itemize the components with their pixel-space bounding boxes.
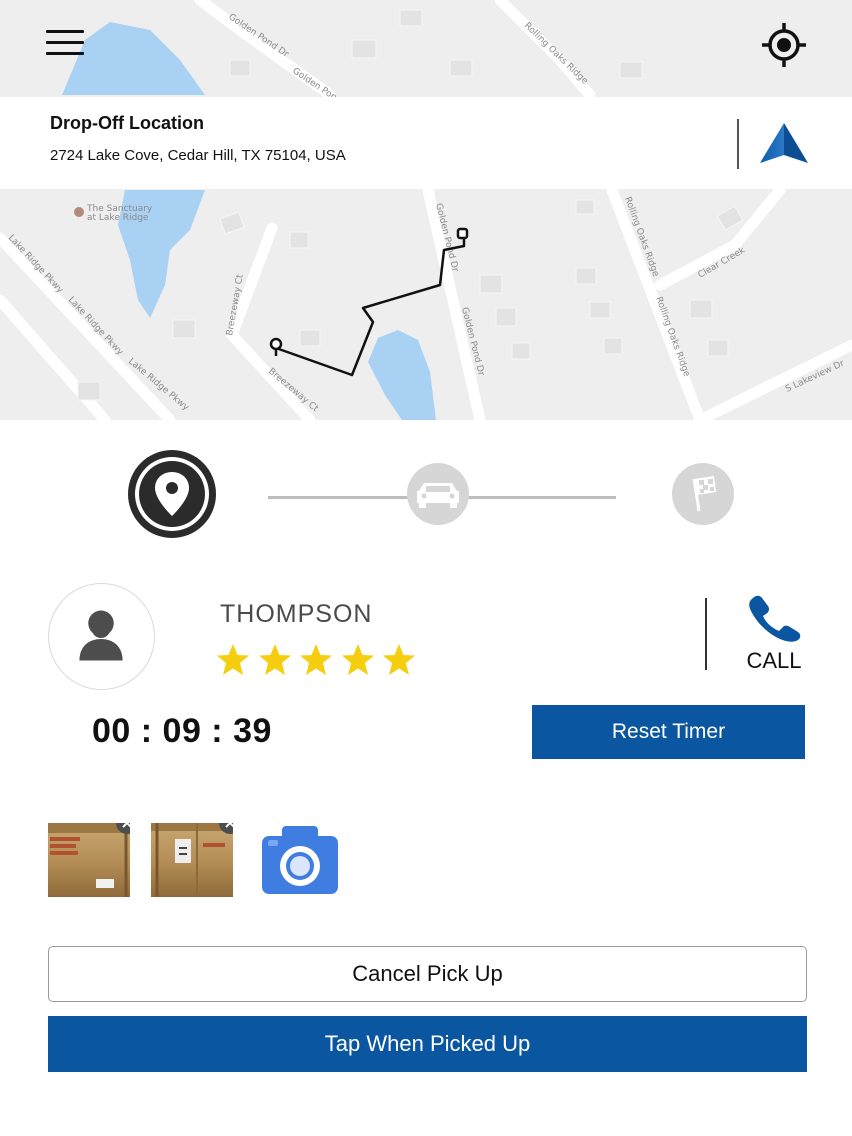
star-icon <box>383 644 415 675</box>
customer-name: THOMPSON <box>220 600 373 628</box>
user-icon <box>79 610 123 661</box>
crosshair-locate-icon[interactable] <box>762 23 806 67</box>
map-canvas: Golden Pond Dr Golden Pond Dr Rolling Oa… <box>0 0 852 420</box>
car-icon <box>407 463 469 525</box>
star-icon <box>341 644 374 675</box>
remove-photo-button[interactable] <box>219 823 233 834</box>
route-start-pin-icon <box>269 337 283 356</box>
call-divider <box>705 598 707 670</box>
customer-rating <box>215 642 423 678</box>
poi-pin-icon <box>74 207 84 217</box>
reset-timer-button[interactable]: Reset Timer <box>532 705 805 759</box>
street-label-rolling-oaks-2: Rolling Oaks Ridge <box>653 296 691 379</box>
call-button[interactable]: CALL <box>738 590 810 676</box>
route-map[interactable]: Golden Pond Dr Golden Pond Dr Rolling Oa… <box>0 0 852 420</box>
close-icon <box>122 823 130 828</box>
street-label-rolling-oaks-3: Rolling Oaks Ridge <box>522 21 590 87</box>
package-photo-thumbnail[interactable] <box>151 823 233 897</box>
navigation-arrow-icon[interactable] <box>758 121 810 167</box>
street-label-lake-ridge: Lake Ridge Pkwy <box>6 233 65 296</box>
package-photo-thumbnail[interactable] <box>48 823 130 897</box>
phone-icon <box>749 595 801 642</box>
star-icon <box>258 644 291 675</box>
star-icon <box>217 644 249 675</box>
hamburger-menu-icon[interactable] <box>46 30 84 60</box>
dropoff-location-bar: Drop-Off Location 2724 Lake Cove, Cedar … <box>0 97 852 189</box>
dropoff-title: Drop-Off Location <box>50 113 204 133</box>
dropoff-address: 2724 Lake Cove, Cedar Hill, TX 75104, US… <box>50 147 346 164</box>
close-icon <box>225 823 233 828</box>
star-icon <box>300 644 332 675</box>
street-label-golden-pond-3: Golden Pond Dr <box>226 12 290 60</box>
trip-progress-stepper <box>0 440 852 550</box>
street-label-lake-ridge-2: Lake Ridge Pkwy <box>66 295 125 358</box>
route-end-marker-icon <box>456 227 469 240</box>
location-pin-icon <box>128 450 216 538</box>
dropoff-divider <box>737 119 739 169</box>
elapsed-timer: 00 : 09 : 39 <box>92 712 272 750</box>
route-path <box>275 236 466 377</box>
checkered-flag-icon <box>672 463 734 525</box>
call-label: CALL <box>746 648 802 673</box>
avatar <box>48 583 155 690</box>
poi-label-line-2: at Lake Ridge <box>87 213 149 223</box>
picked-up-button[interactable]: Tap When Picked Up <box>48 1016 807 1072</box>
remove-photo-button[interactable] <box>116 823 130 834</box>
cancel-pickup-button[interactable]: Cancel Pick Up <box>48 946 807 1002</box>
camera-icon[interactable] <box>262 826 338 894</box>
